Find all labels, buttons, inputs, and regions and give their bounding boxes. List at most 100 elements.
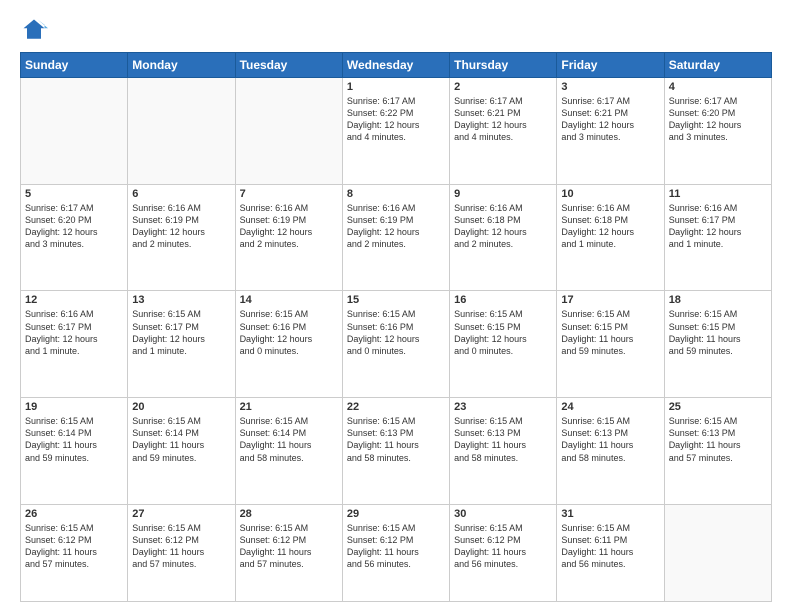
- day-info: Sunrise: 6:15 AM Sunset: 6:15 PM Dayligh…: [561, 308, 659, 357]
- day-number: 21: [240, 401, 338, 413]
- day-number: 23: [454, 401, 552, 413]
- day-info: Sunrise: 6:15 AM Sunset: 6:17 PM Dayligh…: [132, 308, 230, 357]
- day-info: Sunrise: 6:15 AM Sunset: 6:13 PM Dayligh…: [454, 415, 552, 464]
- week-row-2: 5 Sunrise: 6:17 AM Sunset: 6:20 PM Daylig…: [21, 184, 772, 291]
- calendar-table: SundayMondayTuesdayWednesdayThursdayFrid…: [20, 52, 772, 602]
- day-number: 15: [347, 294, 445, 306]
- day-number: 1: [347, 81, 445, 93]
- day-info: Sunrise: 6:15 AM Sunset: 6:12 PM Dayligh…: [25, 522, 123, 571]
- calendar-cell: 20Sunrise: 6:15 AM Sunset: 6:14 PM Dayli…: [128, 398, 235, 505]
- weekday-header-monday: Monday: [128, 53, 235, 78]
- day-number: 29: [347, 508, 445, 520]
- day-info: Sunrise: 6:15 AM Sunset: 6:12 PM Dayligh…: [454, 522, 552, 571]
- day-info: Sunrise: 6:15 AM Sunset: 6:12 PM Dayligh…: [240, 522, 338, 571]
- calendar-cell: 29 Sunrise: 6:15 AM Sunset: 6:12 PM Dayli…: [342, 504, 449, 601]
- week-row-4: 19 Sunrise: 6:15 AM Sunset: 6:14 PM Dayli…: [21, 398, 772, 505]
- day-number: 16: [454, 294, 552, 306]
- day-number: 4: [669, 81, 767, 93]
- day-info: Sunrise: 6:17 AM Sunset: 6:20 PM Dayligh…: [25, 202, 123, 251]
- day-number: 17: [561, 294, 659, 306]
- calendar-cell: [128, 78, 235, 185]
- calendar-cell: [235, 78, 342, 185]
- day-number: 22: [347, 401, 445, 413]
- day-info: Sunrise: 6:15 AM Sunset: 6:13 PM Dayligh…: [347, 415, 445, 464]
- logo: [20, 16, 52, 44]
- calendar-cell: 31 Sunrise: 6:15 AM Sunset: 6:11 PM Dayli…: [557, 504, 664, 601]
- weekday-header-row: SundayMondayTuesdayWednesdayThursdayFrid…: [21, 53, 772, 78]
- day-number: 7: [240, 188, 338, 200]
- day-info: Sunrise: 6:15 AM Sunset: 6:11 PM Dayligh…: [561, 522, 659, 571]
- calendar-cell: 3 Sunrise: 6:17 AM Sunset: 6:21 PM Daylig…: [557, 78, 664, 185]
- day-number: 3: [561, 81, 659, 93]
- calendar-cell: [664, 504, 771, 601]
- calendar-cell: 15 Sunrise: 6:15 AM Sunset: 6:16 PM Dayli…: [342, 291, 449, 398]
- calendar-cell: 22 Sunrise: 6:15 AM Sunset: 6:13 PM Dayli…: [342, 398, 449, 505]
- day-info: Sunrise: 6:15 AM Sunset: 6:16 PM Dayligh…: [347, 308, 445, 357]
- day-info: Sunrise: 6:17 AM Sunset: 6:20 PM Dayligh…: [669, 95, 767, 144]
- calendar-cell: [21, 78, 128, 185]
- day-number: 13: [132, 294, 230, 306]
- calendar-cell: 13 Sunrise: 6:15 AM Sunset: 6:17 PM Dayli…: [128, 291, 235, 398]
- page: SundayMondayTuesdayWednesdayThursdayFrid…: [0, 0, 792, 612]
- day-info: Sunrise: 6:16 AM Sunset: 6:19 PM Dayligh…: [132, 202, 230, 251]
- day-info: Sunrise: 6:16 AM Sunset: 6:18 PM Dayligh…: [561, 202, 659, 251]
- calendar-cell: 30Sunrise: 6:15 AM Sunset: 6:12 PM Dayli…: [450, 504, 557, 601]
- day-number: 14: [240, 294, 338, 306]
- calendar-cell: 11 Sunrise: 6:16 AM Sunset: 6:17 PM Dayli…: [664, 184, 771, 291]
- calendar-cell: 25 Sunrise: 6:15 AM Sunset: 6:13 PM Dayli…: [664, 398, 771, 505]
- calendar-cell: 24 Sunrise: 6:15 AM Sunset: 6:13 PM Dayli…: [557, 398, 664, 505]
- day-number: 8: [347, 188, 445, 200]
- day-info: Sunrise: 6:15 AM Sunset: 6:15 PM Dayligh…: [669, 308, 767, 357]
- calendar-cell: 1Sunrise: 6:17 AM Sunset: 6:22 PM Daylig…: [342, 78, 449, 185]
- day-info: Sunrise: 6:15 AM Sunset: 6:14 PM Dayligh…: [132, 415, 230, 464]
- day-number: 6: [132, 188, 230, 200]
- day-number: 18: [669, 294, 767, 306]
- calendar-cell: 16 Sunrise: 6:15 AM Sunset: 6:15 PM Dayli…: [450, 291, 557, 398]
- calendar-cell: 5 Sunrise: 6:17 AM Sunset: 6:20 PM Daylig…: [21, 184, 128, 291]
- day-info: Sunrise: 6:16 AM Sunset: 6:17 PM Dayligh…: [25, 308, 123, 357]
- calendar-cell: 27Sunrise: 6:15 AM Sunset: 6:12 PM Dayli…: [128, 504, 235, 601]
- calendar-cell: 12 Sunrise: 6:16 AM Sunset: 6:17 PM Dayli…: [21, 291, 128, 398]
- day-info: Sunrise: 6:15 AM Sunset: 6:15 PM Dayligh…: [454, 308, 552, 357]
- day-info: Sunrise: 6:16 AM Sunset: 6:17 PM Dayligh…: [669, 202, 767, 251]
- week-row-1: 1Sunrise: 6:17 AM Sunset: 6:22 PM Daylig…: [21, 78, 772, 185]
- calendar-cell: 18 Sunrise: 6:15 AM Sunset: 6:15 PM Dayli…: [664, 291, 771, 398]
- day-number: 25: [669, 401, 767, 413]
- week-row-5: 26 Sunrise: 6:15 AM Sunset: 6:12 PM Dayli…: [21, 504, 772, 601]
- day-number: 19: [25, 401, 123, 413]
- day-number: 10: [561, 188, 659, 200]
- weekday-header-wednesday: Wednesday: [342, 53, 449, 78]
- day-info: Sunrise: 6:17 AM Sunset: 6:21 PM Dayligh…: [454, 95, 552, 144]
- calendar-cell: 21 Sunrise: 6:15 AM Sunset: 6:14 PM Dayli…: [235, 398, 342, 505]
- day-info: Sunrise: 6:15 AM Sunset: 6:14 PM Dayligh…: [240, 415, 338, 464]
- day-number: 9: [454, 188, 552, 200]
- calendar-cell: 8 Sunrise: 6:16 AM Sunset: 6:19 PM Daylig…: [342, 184, 449, 291]
- day-info: Sunrise: 6:16 AM Sunset: 6:19 PM Dayligh…: [347, 202, 445, 251]
- day-number: 24: [561, 401, 659, 413]
- calendar-cell: 9Sunrise: 6:16 AM Sunset: 6:18 PM Daylig…: [450, 184, 557, 291]
- day-number: 2: [454, 81, 552, 93]
- day-info: Sunrise: 6:17 AM Sunset: 6:21 PM Dayligh…: [561, 95, 659, 144]
- weekday-header-saturday: Saturday: [664, 53, 771, 78]
- day-number: 31: [561, 508, 659, 520]
- calendar-cell: 26 Sunrise: 6:15 AM Sunset: 6:12 PM Dayli…: [21, 504, 128, 601]
- day-info: Sunrise: 6:15 AM Sunset: 6:13 PM Dayligh…: [669, 415, 767, 464]
- calendar-cell: 23 Sunrise: 6:15 AM Sunset: 6:13 PM Dayli…: [450, 398, 557, 505]
- day-info: Sunrise: 6:15 AM Sunset: 6:12 PM Dayligh…: [347, 522, 445, 571]
- day-number: 28: [240, 508, 338, 520]
- calendar-cell: 6 Sunrise: 6:16 AM Sunset: 6:19 PM Daylig…: [128, 184, 235, 291]
- logo-icon: [20, 16, 48, 44]
- calendar-cell: 19 Sunrise: 6:15 AM Sunset: 6:14 PM Dayli…: [21, 398, 128, 505]
- day-info: Sunrise: 6:15 AM Sunset: 6:14 PM Dayligh…: [25, 415, 123, 464]
- calendar-cell: 4 Sunrise: 6:17 AM Sunset: 6:20 PM Daylig…: [664, 78, 771, 185]
- week-row-3: 12 Sunrise: 6:16 AM Sunset: 6:17 PM Dayli…: [21, 291, 772, 398]
- day-info: Sunrise: 6:15 AM Sunset: 6:13 PM Dayligh…: [561, 415, 659, 464]
- day-number: 5: [25, 188, 123, 200]
- day-info: Sunrise: 6:16 AM Sunset: 6:19 PM Dayligh…: [240, 202, 338, 251]
- day-number: 12: [25, 294, 123, 306]
- day-number: 26: [25, 508, 123, 520]
- calendar-cell: 28 Sunrise: 6:15 AM Sunset: 6:12 PM Dayli…: [235, 504, 342, 601]
- day-number: 11: [669, 188, 767, 200]
- calendar-cell: 2 Sunrise: 6:17 AM Sunset: 6:21 PM Daylig…: [450, 78, 557, 185]
- calendar-cell: 7 Sunrise: 6:16 AM Sunset: 6:19 PM Daylig…: [235, 184, 342, 291]
